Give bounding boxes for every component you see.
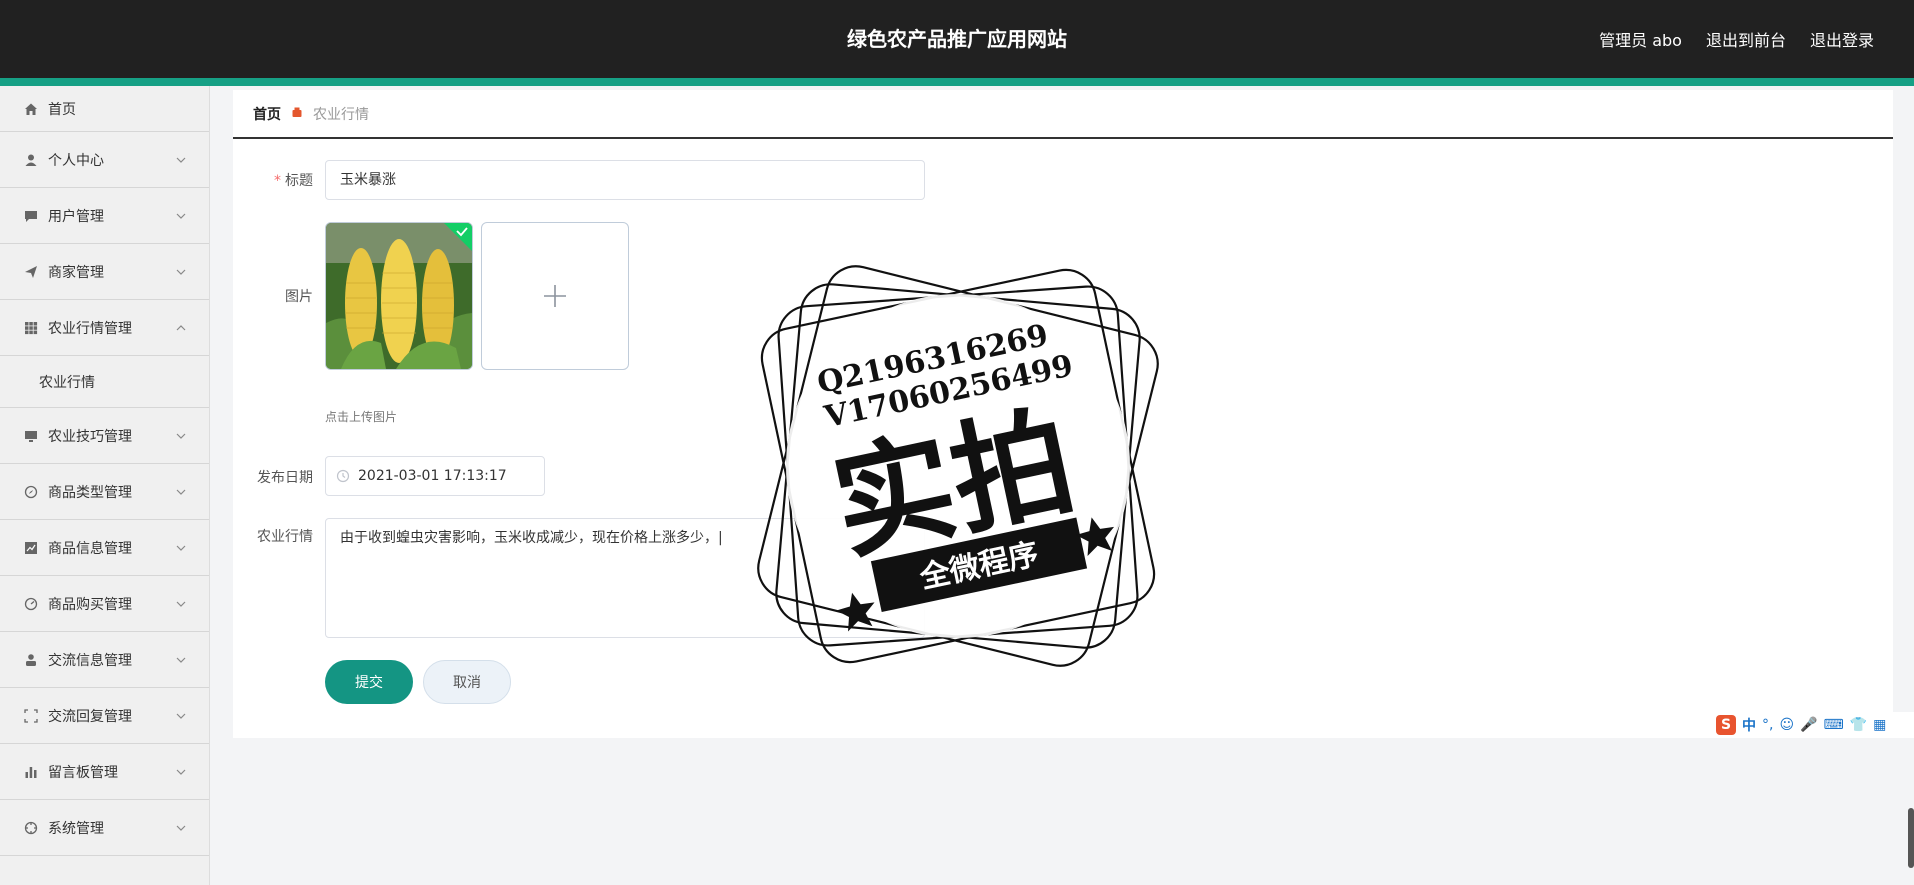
sidebar-item-label: 商品信息管理 (48, 540, 132, 557)
sidebar-item-label: 用户管理 (48, 208, 104, 225)
clock-icon (336, 469, 350, 483)
sidebar-item-exchange-info-management[interactable]: 交流信息管理 (0, 632, 209, 688)
shirt-icon[interactable]: 👕 (1850, 717, 1867, 733)
fullscreen-icon (24, 708, 38, 723)
breadcrumb-home[interactable]: 首页 (253, 104, 281, 124)
user-icon (24, 153, 38, 167)
sidebar-item-agri-skills-management[interactable]: 农业技巧管理 (0, 408, 209, 464)
bar-chart-icon (24, 765, 38, 779)
exit-to-front-link[interactable]: 退出到前台 (1706, 27, 1786, 51)
chevron-down-icon (176, 601, 186, 607)
punctuation-icon[interactable]: °, (1762, 717, 1773, 733)
sidebar-item-label: 商家管理 (48, 264, 104, 281)
chevron-down-icon (176, 269, 186, 275)
required-mark: * (274, 173, 281, 189)
sidebar-subitem-agri-market[interactable]: 农业行情 (0, 356, 209, 408)
line-chart-icon (24, 541, 38, 555)
sidebar-item-personal-center[interactable]: 个人中心 (0, 132, 209, 188)
title-input[interactable]: 玉米暴涨 (325, 160, 925, 200)
sidebar: 首页 个人中心 用户管理 商家管理 农业行情管理 农业行情 农业技巧管理 商品类… (0, 86, 210, 885)
publish-date-value: 2021-03-01 17:13:17 (358, 468, 507, 484)
grid-menu-icon[interactable]: ▦ (1873, 717, 1886, 733)
paper-plane-icon (24, 265, 38, 279)
sidebar-item-user-management[interactable]: 用户管理 (0, 188, 209, 244)
sogou-logo-icon: S (1716, 715, 1736, 735)
sidebar-item-label: 商品类型管理 (48, 484, 132, 501)
chevron-down-icon (176, 713, 186, 719)
top-links: 管理员 abo 退出到前台 退出登录 (1599, 0, 1874, 78)
sidebar-item-label: 农业行情管理 (48, 320, 132, 337)
sidebar-item-agri-market-management[interactable]: 农业行情管理 (0, 300, 209, 356)
microphone-icon[interactable]: 🎤 (1800, 717, 1817, 733)
corn-image (326, 223, 472, 369)
chevron-down-icon (176, 157, 186, 163)
crosshair-icon (24, 821, 38, 835)
grid-icon (24, 321, 38, 335)
upload-image-button[interactable] (481, 222, 629, 370)
keyboard-icon[interactable]: ⌨ (1824, 717, 1844, 733)
submit-button[interactable]: 提交 (325, 660, 413, 704)
monitor-icon (24, 429, 38, 443)
breadcrumb-current: 农业行情 (313, 107, 369, 123)
chevron-down-icon (176, 825, 186, 831)
chevron-down-icon (176, 657, 186, 663)
sidebar-item-label: 商品购买管理 (48, 596, 132, 613)
ime-toolbar[interactable]: S 中 °, ☺ 🎤 ⌨ 👕 ▦ (1712, 712, 1914, 738)
sidebar-item-exchange-reply-management[interactable]: 交流回复管理 (0, 688, 209, 744)
chevron-down-icon (176, 769, 186, 775)
content-textarea[interactable]: 由于收到蝗虫灾害影响，玉米收成减少，现在价格上涨多少，| (325, 518, 925, 638)
ime-mode[interactable]: 中 (1742, 715, 1756, 735)
sidebar-item-system-management[interactable]: 系统管理 (0, 800, 209, 856)
sidebar-item-product-info-management[interactable]: 商品信息管理 (0, 520, 209, 576)
title-label-text: 标题 (285, 173, 313, 189)
dashboard-icon (24, 597, 38, 611)
sidebar-item-message-board-management[interactable]: 留言板管理 (0, 744, 209, 800)
publish-date-picker[interactable]: 2021-03-01 17:13:17 (325, 456, 545, 496)
person-icon (24, 653, 38, 667)
chevron-down-icon (176, 213, 186, 219)
breadcrumb: 首页 农业行情 (253, 104, 369, 124)
admin-user-label[interactable]: 管理员 abo (1599, 27, 1682, 51)
scrollbar-handle[interactable] (1908, 808, 1914, 868)
logout-link[interactable]: 退出登录 (1810, 27, 1874, 51)
chevron-down-icon (176, 489, 186, 495)
sidebar-item-purchase-management[interactable]: 商品购买管理 (0, 576, 209, 632)
upload-hint-text: 点击上传图片 (325, 410, 398, 424)
date-field-label: 发布日期 (257, 470, 313, 486)
uploaded-image-thumbnail[interactable] (325, 222, 473, 370)
chevron-up-icon (176, 324, 186, 330)
chevron-down-icon (176, 433, 186, 439)
header-accent-bar (0, 78, 1914, 86)
content-field-label: 农业行情 (257, 529, 313, 545)
sidebar-item-product-type-management[interactable]: 商品类型管理 (0, 464, 209, 520)
sidebar-item-label: 农业行情 (39, 374, 95, 391)
image-field-label: 图片 (285, 289, 313, 305)
chat-icon (24, 209, 38, 223)
sidebar-item-label: 交流回复管理 (48, 708, 132, 725)
cancel-button[interactable]: 取消 (423, 660, 511, 704)
emoji-icon[interactable]: ☺ (1779, 717, 1794, 733)
breadcrumb-separator-icon (291, 106, 303, 122)
top-header: 绿色农产品推广应用网站 管理员 abo 退出到前台 退出登录 (0, 0, 1914, 78)
sidebar-item-merchant-management[interactable]: 商家管理 (0, 244, 209, 300)
sidebar-item-label: 个人中心 (48, 152, 104, 169)
sidebar-item-label: 系统管理 (48, 820, 104, 837)
plus-icon (544, 285, 566, 307)
sidebar-item-home[interactable]: 首页 (0, 86, 209, 132)
compass-icon (24, 485, 38, 499)
chevron-down-icon (176, 545, 186, 551)
sidebar-item-label: 交流信息管理 (48, 652, 132, 669)
title-field-label: * 标题 (233, 170, 313, 190)
sidebar-item-label: 留言板管理 (48, 764, 118, 781)
home-icon (24, 102, 38, 116)
sidebar-item-label: 首页 (48, 101, 76, 118)
breadcrumb-divider (233, 137, 1893, 139)
sidebar-item-label: 农业技巧管理 (48, 428, 132, 445)
